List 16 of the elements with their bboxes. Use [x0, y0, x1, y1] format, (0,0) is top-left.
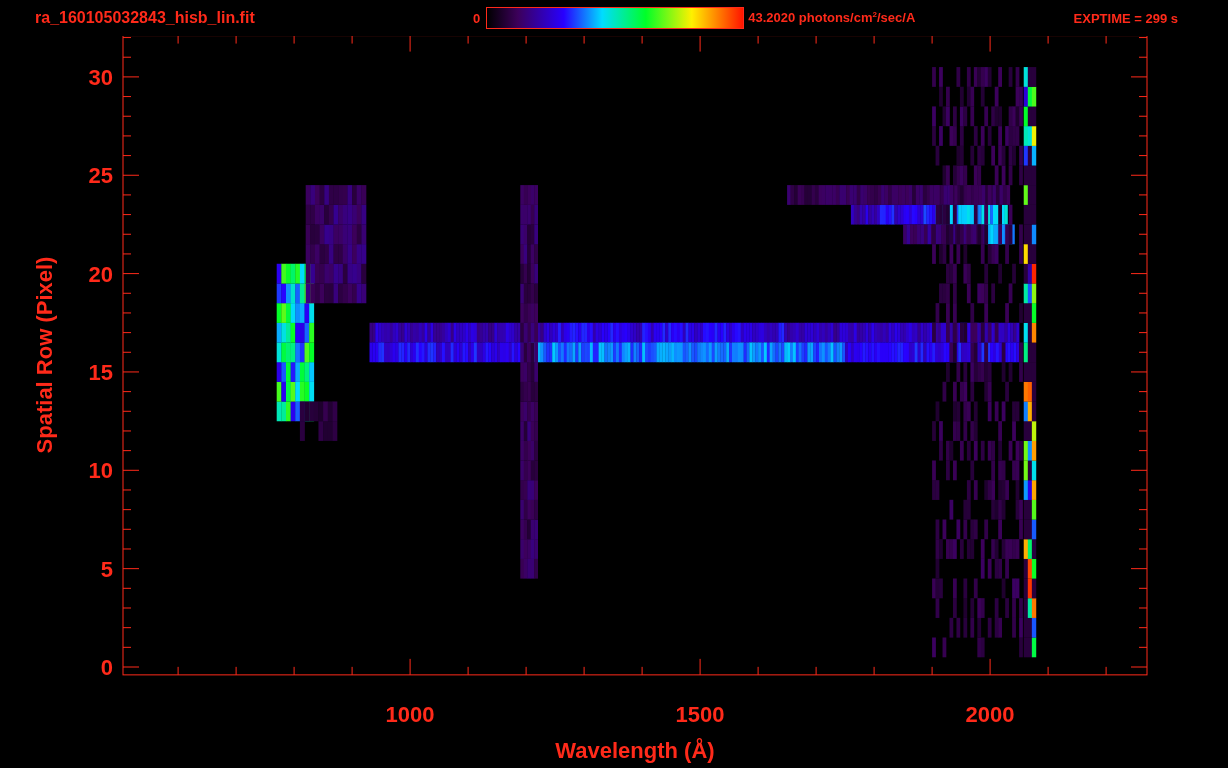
y-tick-label: 0 [100, 655, 113, 680]
y-axis-title: Spatial Row (Pixel) [32, 256, 57, 454]
x-tick-label: 1000 [385, 701, 435, 727]
file-name: ra_160105032843_hisb_lin.fit [35, 9, 256, 27]
colorbar-max-label: 43.2020 photons/cm$^{2}$/sec/A [748, 10, 916, 26]
y-tick-label: 5 [100, 556, 113, 582]
y-tick-label: 30 [88, 64, 113, 90]
exposure-time: EXPTIME = 299 s [1073, 10, 1178, 26]
y-tick-label: 25 [88, 163, 113, 189]
x-axis-title: Wavelength (Å) [555, 738, 715, 763]
y-tick-label: 20 [88, 261, 113, 287]
x-tick-label: 1500 [675, 701, 725, 727]
y-tick-label: 15 [88, 359, 113, 385]
colorbar-min-label: 0 [473, 10, 481, 26]
x-tick-label: 2000 [965, 701, 1015, 727]
y-tick-label: 10 [88, 458, 113, 484]
